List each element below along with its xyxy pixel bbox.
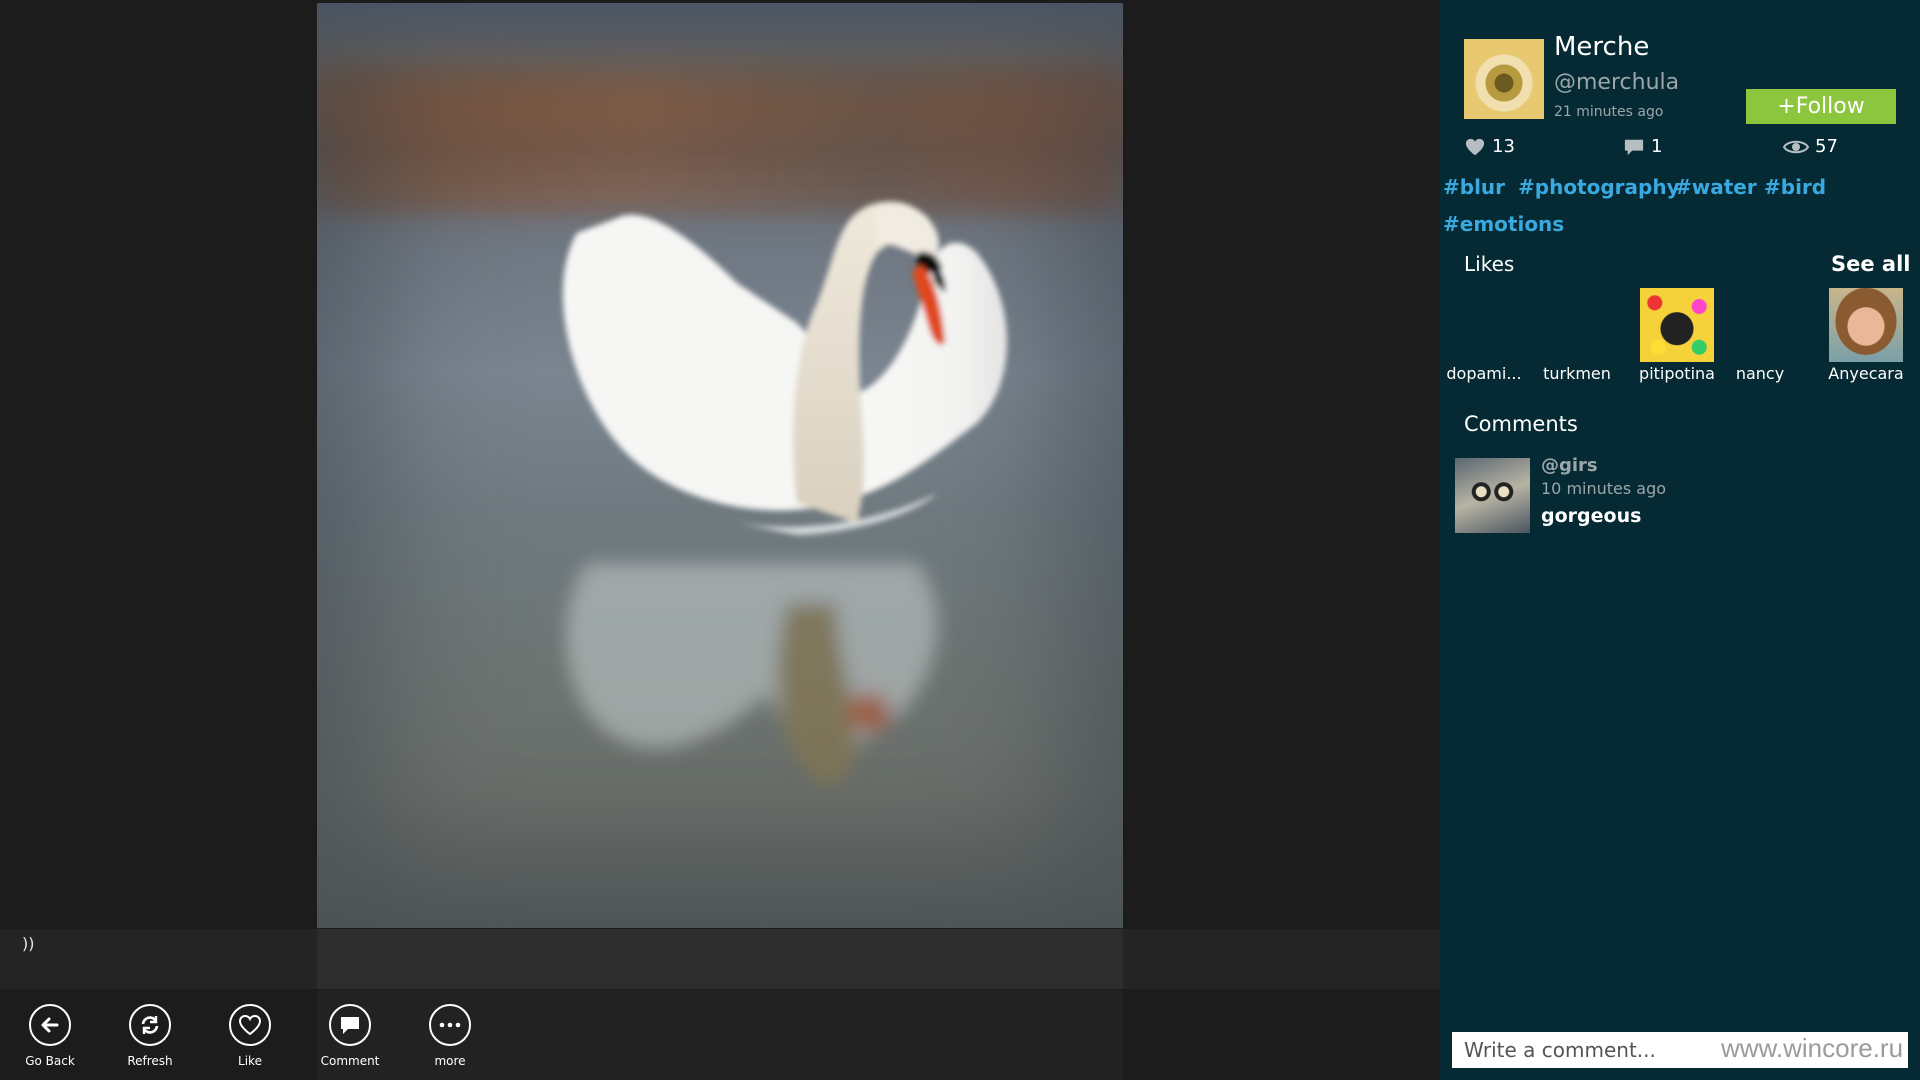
comment-bubble-icon (1624, 139, 1644, 155)
liker-name: nancy (1735, 364, 1785, 383)
refresh-label: Refresh (127, 1054, 173, 1068)
views-count: 57 (1783, 136, 1838, 157)
like-button[interactable]: Like (205, 1004, 295, 1068)
comment-timestamp: 10 minutes ago (1541, 479, 1667, 498)
caption-strip (0, 929, 1440, 989)
liker-name: Anyecara (1828, 364, 1904, 383)
more-button[interactable]: more (405, 1004, 495, 1068)
back-arrow-icon (29, 1004, 71, 1046)
liker-avatar (1640, 288, 1714, 362)
author-name[interactable]: Merche (1554, 32, 1649, 62)
photo-vignette (317, 3, 1123, 928)
comment-author-avatar[interactable] (1455, 458, 1530, 533)
tag-photography[interactable]: #photography (1518, 175, 1680, 199)
comment-icon (329, 1004, 371, 1046)
caption-strip-center (317, 929, 1123, 989)
author-handle: @merchula (1554, 70, 1680, 95)
tag-blur[interactable]: #blur (1443, 175, 1505, 199)
go-back-label: Go Back (25, 1054, 75, 1068)
more-icon (429, 1004, 471, 1046)
likes-count-value: 13 (1492, 136, 1515, 157)
liker-avatar-empty (1447, 288, 1521, 362)
tag-bird[interactable]: #bird (1764, 175, 1826, 199)
comment-label: Comment (320, 1054, 380, 1068)
comments-count[interactable]: 1 (1623, 136, 1662, 157)
liker-avatar (1829, 288, 1903, 362)
comment-input[interactable] (1452, 1032, 1908, 1068)
eye-icon (1783, 140, 1809, 153)
liker-anyecara[interactable]: Anyecara (1816, 288, 1916, 383)
comment-author[interactable]: @girs (1541, 455, 1598, 476)
heart-icon (229, 1004, 271, 1046)
views-count-value: 57 (1815, 136, 1838, 157)
photo-viewer: )) Go Back Refresh Like Comment more (0, 0, 1440, 1080)
comment-text: gorgeous (1541, 505, 1642, 527)
refresh-button[interactable]: Refresh (105, 1004, 195, 1068)
photo[interactable] (317, 3, 1123, 928)
liker-name: turkmen (1543, 364, 1611, 383)
photo-caption: )) (22, 934, 35, 953)
liker-name: dopami... (1446, 364, 1522, 383)
liker-avatar-empty (1540, 288, 1614, 362)
tag-emotions[interactable]: #emotions (1443, 212, 1564, 236)
comment-button[interactable]: Comment (305, 1004, 395, 1068)
liker-dopamine[interactable]: dopami... (1434, 288, 1534, 383)
more-label: more (434, 1054, 466, 1068)
likes-heading: Likes (1464, 252, 1515, 276)
comments-heading: Comments (1464, 412, 1578, 436)
like-label: Like (238, 1054, 262, 1068)
comments-count-value: 1 (1651, 136, 1663, 157)
app-window: )) Go Back Refresh Like Comment more Mer… (0, 0, 1920, 1080)
refresh-icon (129, 1004, 171, 1046)
post-timestamp: 21 minutes ago (1554, 104, 1664, 120)
go-back-button[interactable]: Go Back (5, 1004, 95, 1068)
details-panel (1440, 0, 1920, 1080)
liker-avatar-empty (1723, 288, 1797, 362)
liker-turkmen[interactable]: turkmen (1527, 288, 1627, 383)
liker-nancy[interactable]: nancy (1710, 288, 1810, 383)
author-avatar[interactable] (1464, 39, 1544, 119)
follow-button[interactable]: +Follow (1746, 89, 1896, 124)
heart-filled-icon (1465, 138, 1485, 155)
see-all-likes-link[interactable]: See all (1831, 252, 1911, 276)
tag-water[interactable]: #water (1675, 175, 1757, 199)
likes-count[interactable]: 13 (1464, 136, 1515, 157)
